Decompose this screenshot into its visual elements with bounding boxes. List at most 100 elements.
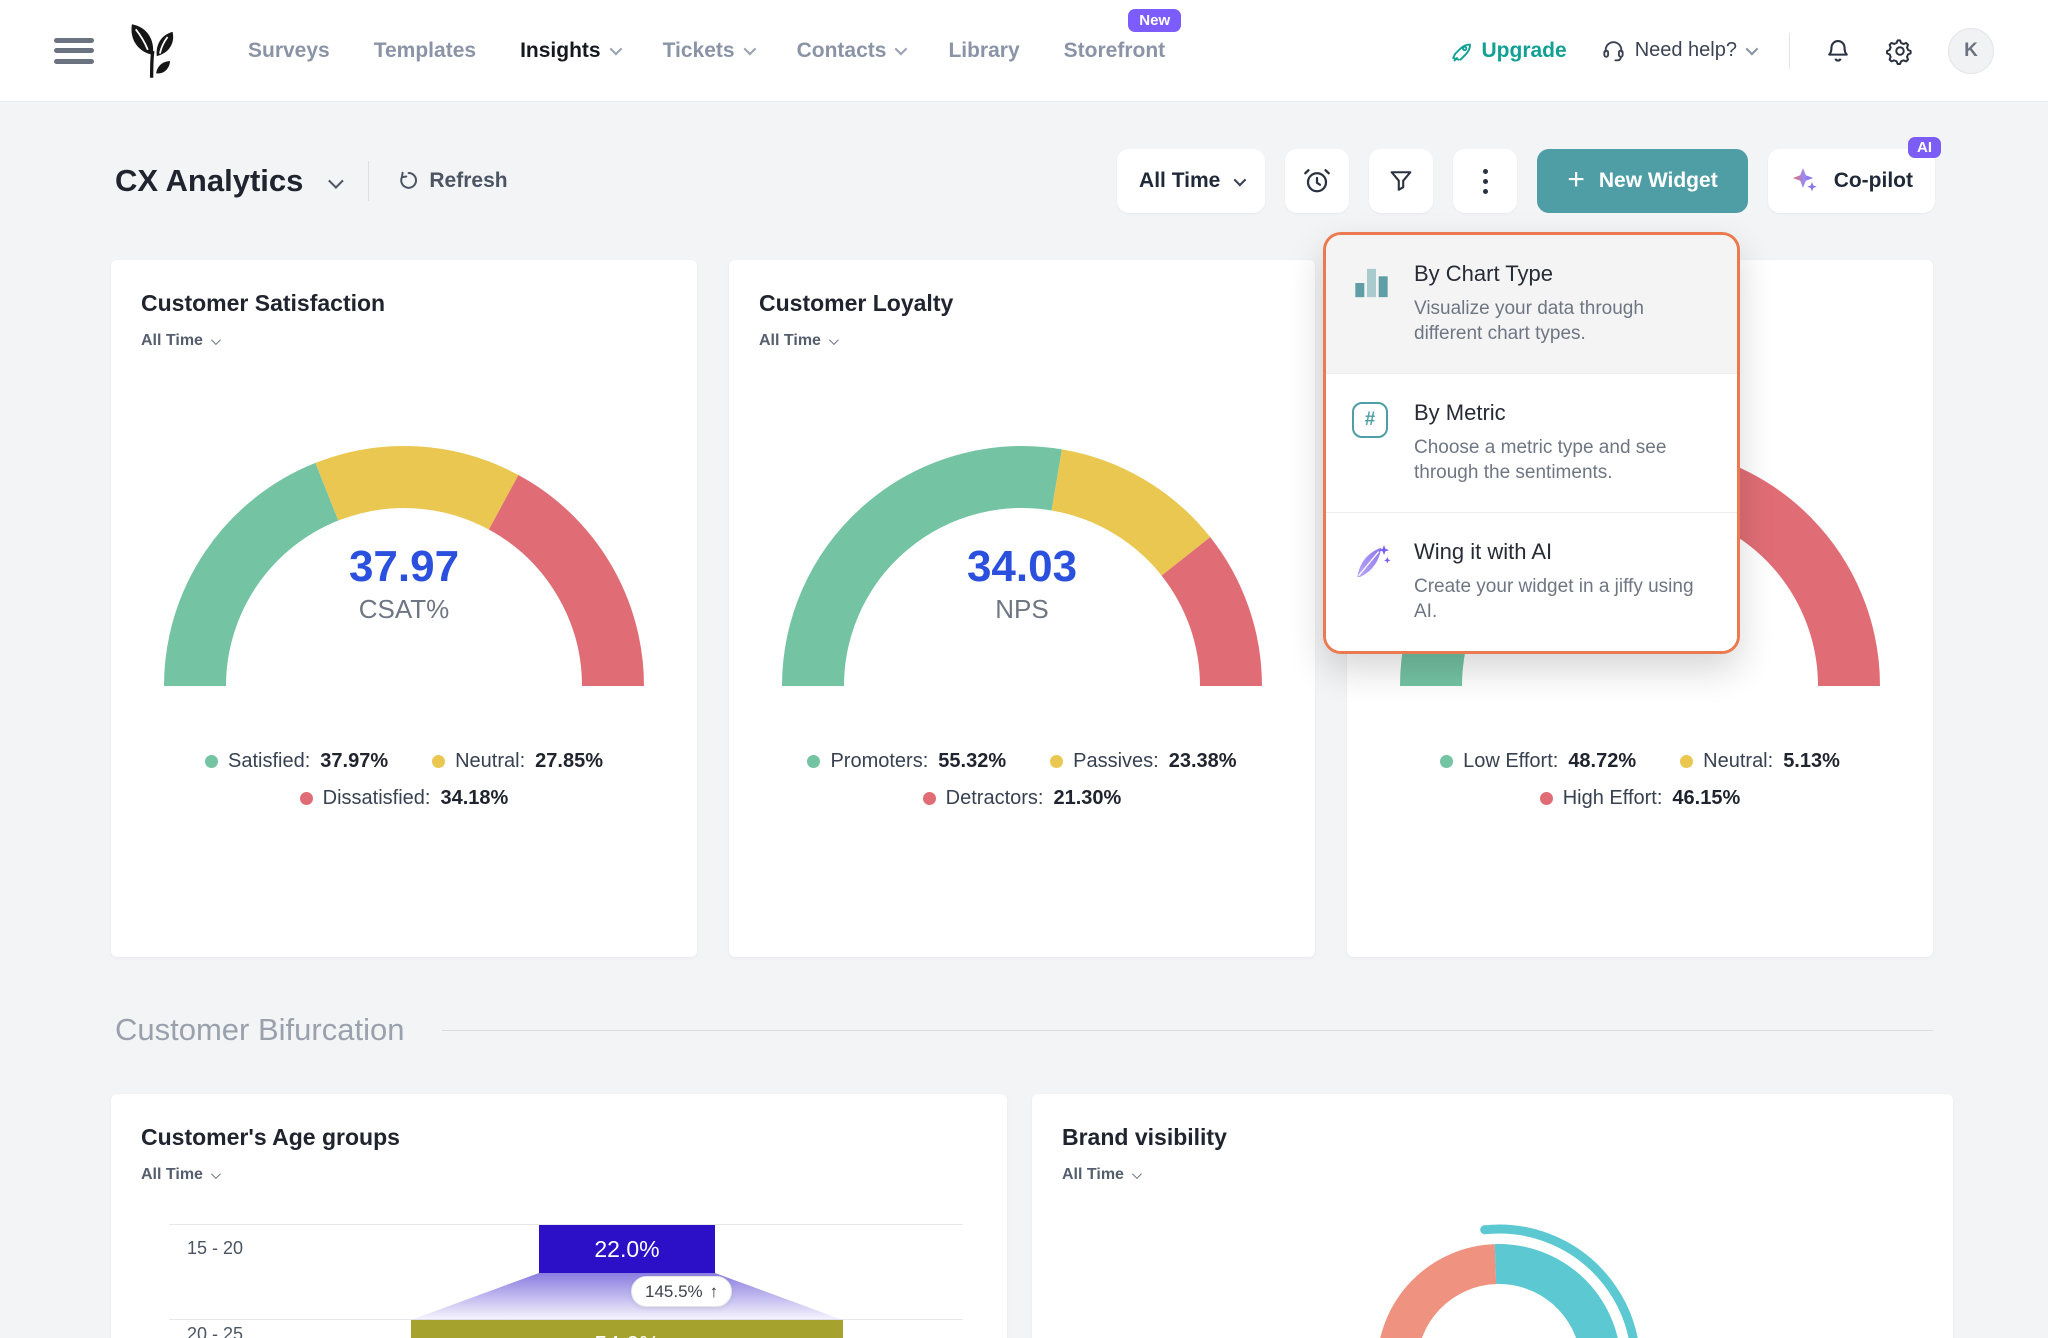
menu-item-desc: Create your widget in a jiffy using AI.: [1414, 574, 1709, 625]
header-controls: All Time + New Widget: [1117, 149, 1935, 213]
menu-item-title: Wing it with AI: [1414, 539, 1709, 565]
upgrade-link[interactable]: Upgrade: [1450, 39, 1567, 63]
cx-analytics-page: Surveys Templates Insights Tickets Conta…: [0, 0, 2048, 1338]
need-help-menu[interactable]: Need help?: [1601, 38, 1755, 63]
filter-button[interactable]: [1369, 149, 1433, 213]
gauge-legend: Promoters:55.32% Passives:23.38% Detract…: [729, 750, 1315, 810]
time-filter-dropdown[interactable]: All Time: [1117, 149, 1265, 213]
widget-title: Brand visibility: [1062, 1124, 1227, 1151]
ai-feather-icon: [1352, 539, 1396, 625]
section-divider-line: [442, 1030, 1933, 1031]
hash-metric-icon: #: [1352, 400, 1396, 486]
widget-time-filter[interactable]: All Time: [141, 332, 218, 350]
chevron-down-icon: [829, 335, 839, 345]
ai-badge: AI: [1908, 137, 1941, 158]
legend-dot: [432, 755, 445, 768]
section-title: Customer Bifurcation: [115, 1012, 404, 1048]
widget-time-filter[interactable]: All Time: [1062, 1166, 1139, 1184]
legend-item: Passives:23.38%: [1050, 750, 1236, 773]
legend-item: Satisfied:37.97%: [205, 750, 388, 773]
widget-customer-loyalty: Customer Loyalty All Time 34.03 NPS Prom…: [729, 260, 1315, 957]
legend-item: High Effort:46.15%: [1540, 787, 1741, 810]
legend-dot: [205, 755, 218, 768]
funnel-row-label: 20 - 25: [187, 1324, 297, 1338]
widget-time-filter[interactable]: All Time: [141, 1166, 218, 1184]
rocket-icon: [1450, 39, 1474, 63]
nav-divider: [1789, 33, 1790, 69]
nav-item-surveys[interactable]: Surveys: [248, 39, 330, 63]
chevron-down-icon: [895, 43, 908, 56]
filter-funnel-icon: [1387, 167, 1415, 195]
gauge-value-block: 37.97 CSAT%: [111, 542, 697, 625]
gauge-metric-label: CSAT%: [111, 594, 697, 625]
widget-age-groups: Customer's Age groups All Time 15 - 20 2…: [111, 1094, 1007, 1338]
change-badge: 145.5% ↑: [631, 1276, 732, 1307]
nav-item-library[interactable]: Library: [948, 39, 1019, 63]
bar-chart-icon: [1352, 261, 1396, 347]
widget-title: Customer Satisfaction: [141, 290, 385, 317]
kebab-icon: [1483, 169, 1488, 194]
bell-icon: [1824, 37, 1852, 65]
new-widget-dropdown: By Chart Type Visualize your data throug…: [1323, 232, 1740, 654]
legend-item: Neutral:27.85%: [432, 750, 603, 773]
gauge-metric-label: NPS: [729, 594, 1315, 625]
gauge-value: 37.97: [111, 542, 697, 592]
menu-item-desc: Visualize your data through different ch…: [1414, 296, 1709, 347]
legend-dot: [923, 792, 936, 805]
avatar[interactable]: K: [1948, 28, 1994, 74]
chevron-down-icon: [329, 173, 345, 189]
copilot-button[interactable]: Co-pilot AI: [1768, 149, 1935, 213]
logo[interactable]: [120, 23, 182, 79]
refresh-icon: [395, 169, 419, 193]
funnel-bar[interactable]: 22.0%: [539, 1225, 715, 1273]
header-divider: [368, 161, 369, 201]
legend-item: Neutral:5.13%: [1680, 750, 1840, 773]
legend-dot: [300, 792, 313, 805]
gauge-legend: Satisfied:37.97% Neutral:27.85% Dissatis…: [111, 750, 697, 810]
funnel-connector: [411, 1273, 843, 1320]
menu-icon[interactable]: [54, 38, 94, 64]
refresh-button[interactable]: Refresh: [395, 169, 507, 193]
nav-item-storefront[interactable]: Storefront New: [1064, 39, 1166, 63]
menu-item-by-chart-type[interactable]: By Chart Type Visualize your data throug…: [1326, 235, 1737, 373]
legend-dot: [1050, 755, 1063, 768]
widget-title: Customer Loyalty: [759, 290, 953, 317]
menu-item-title: By Chart Type: [1414, 261, 1709, 287]
legend-dot: [1540, 792, 1553, 805]
dashboard-switcher[interactable]: [329, 175, 340, 193]
gauge-value-block: 34.03 NPS: [729, 542, 1315, 625]
donut-chart: [1339, 1206, 1659, 1338]
headset-icon: [1601, 38, 1626, 63]
legend-dot: [1440, 755, 1453, 768]
leaf-logo-icon: [120, 23, 182, 79]
nav-item-insights[interactable]: Insights: [520, 39, 619, 63]
menu-item-by-metric[interactable]: # By Metric Choose a metric type and see…: [1326, 373, 1737, 512]
gauge-legend: Low Effort:48.72% Neutral:5.13% High Eff…: [1347, 750, 1933, 810]
nav-items: Surveys Templates Insights Tickets Conta…: [248, 39, 1165, 63]
widget-brand-visibility: Brand visibility All Time: [1032, 1094, 1953, 1338]
nav-item-contacts[interactable]: Contacts: [797, 39, 905, 63]
more-options-button[interactable]: [1453, 149, 1517, 213]
menu-item-wing-it-with-ai[interactable]: Wing it with AI Create your widget in a …: [1326, 512, 1737, 651]
widget-customer-satisfaction: Customer Satisfaction All Time 37.97 CSA…: [111, 260, 697, 957]
legend-item: Detractors:21.30%: [923, 787, 1122, 810]
widget-title: Customer's Age groups: [141, 1124, 400, 1151]
legend-item: Dissatisfied:34.18%: [300, 787, 509, 810]
legend-dot: [1680, 755, 1693, 768]
settings-button[interactable]: [1886, 37, 1914, 65]
chevron-down-icon: [1746, 43, 1759, 56]
gauge-value: 34.03: [729, 542, 1315, 592]
gear-icon: [1886, 37, 1914, 65]
new-widget-button[interactable]: + New Widget: [1537, 149, 1747, 213]
schedule-button[interactable]: [1285, 149, 1349, 213]
nav-item-tickets[interactable]: Tickets: [663, 39, 753, 63]
page-title: CX Analytics: [115, 163, 303, 199]
widget-time-filter[interactable]: All Time: [759, 332, 836, 350]
notifications-button[interactable]: [1824, 37, 1852, 65]
legend-item: Low Effort:48.72%: [1440, 750, 1636, 773]
top-nav: Surveys Templates Insights Tickets Conta…: [0, 0, 2048, 102]
chevron-down-icon: [211, 335, 221, 345]
nav-item-templates[interactable]: Templates: [374, 39, 476, 63]
chevron-down-icon: [609, 43, 622, 56]
funnel-bar[interactable]: 54.0%: [411, 1320, 843, 1338]
